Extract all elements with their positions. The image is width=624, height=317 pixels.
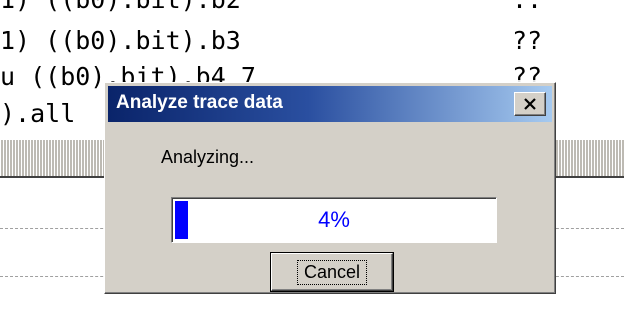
trace-line-1: 1) ((b0).bit).b2 [0,0,241,13]
trace-line-4: ).all [0,99,76,128]
cancel-button-label: Cancel [296,259,368,285]
close-button[interactable] [514,92,546,116]
cancel-button[interactable]: Cancel [271,253,393,291]
trace-value-1: .. [512,0,542,13]
trace-line-2: 1) ((b0).bit).b3 [0,26,241,55]
dialog-titlebar[interactable]: Analyze trace data [108,86,552,122]
status-text: Analyzing... [161,147,255,167]
close-icon [523,95,537,114]
analyze-dialog: Analyze trace data Analyzing... 4% Cance… [104,82,556,294]
progress-percent: 4% [318,207,350,232]
progress-bar: 4% [171,197,497,243]
dialog-title: Analyze trace data [116,92,283,113]
trace-value-2: ?? [512,26,543,55]
